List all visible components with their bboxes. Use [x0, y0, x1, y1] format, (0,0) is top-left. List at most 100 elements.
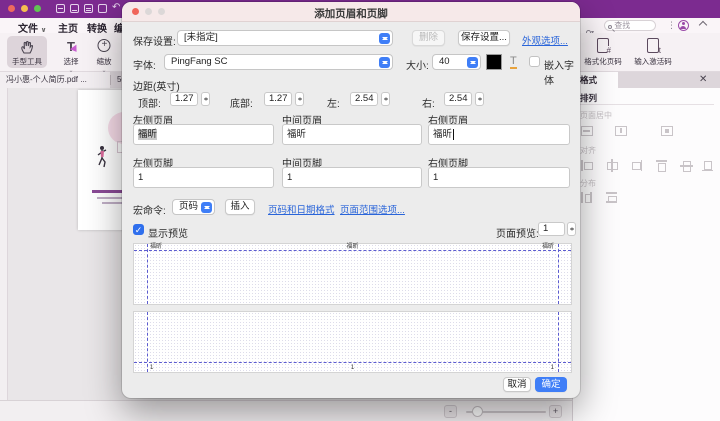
select-stepper-icon [379, 33, 390, 44]
delete-button[interactable]: 删除 [412, 30, 445, 46]
select-stepper-icon [201, 202, 212, 213]
select-text-icon: T [63, 39, 79, 55]
enter-activation-code-button[interactable]: 输入激活码 [630, 36, 676, 68]
align-center-horizontal-icon[interactable] [605, 159, 618, 172]
page-center-horizontal-icon[interactable] [614, 124, 627, 137]
close-window-button[interactable] [8, 5, 15, 12]
undo-icon[interactable]: ↶ [112, 2, 120, 14]
macro-select[interactable]: 页码 [172, 199, 215, 215]
size-select[interactable]: 40 [432, 54, 481, 70]
header-center-field[interactable]: 福昕 [282, 124, 422, 145]
new-document-icon[interactable] [98, 4, 107, 13]
header-right-field[interactable]: 福昕 [428, 124, 570, 145]
zoom-slider-knob[interactable] [472, 406, 483, 417]
minimize-window-button[interactable] [21, 5, 28, 12]
underline-toggle[interactable]: T [510, 55, 517, 69]
document-tab-active[interactable]: 冯小惠-个人简历.pdf ... [0, 72, 110, 88]
close-panel-icon[interactable]: ✕ [699, 74, 707, 85]
hand-tool-button[interactable]: 手型工具 [7, 36, 47, 68]
header-left-field[interactable]: 福昕 [133, 124, 274, 145]
margin-bottom-field[interactable]: 1.27 [264, 92, 292, 106]
margin-right-field[interactable]: 2.54 [444, 92, 472, 106]
align-middle-icon[interactable] [680, 159, 693, 172]
page-range-options-link[interactable]: 页面范围选项... [340, 202, 405, 216]
section-arrange: 排列 [580, 92, 597, 104]
search-input[interactable]: 查找 [604, 20, 656, 31]
save-settings-label: 保存设置: [133, 33, 176, 48]
header-preview-strip: 福昕 福昕 福昕 [133, 243, 572, 305]
margin-left-stepper[interactable] [381, 92, 390, 106]
margin-bottom-label: 底部: [230, 95, 253, 110]
footer-preview-strip: 1 1 1 [133, 311, 572, 373]
print-icon[interactable] [84, 4, 93, 13]
distribute-vertical-icon[interactable] [605, 191, 618, 204]
preview-footer-center: 1 [351, 365, 354, 371]
more-options-icon[interactable]: ⋮ [667, 20, 676, 31]
footer-right-field[interactable]: 1 [428, 167, 570, 188]
bottom-margin-dashed-line [134, 362, 571, 363]
page-preview-stepper[interactable] [567, 222, 576, 236]
cancel-button[interactable]: 取消 [503, 377, 531, 392]
embed-font-checkbox[interactable] [529, 56, 540, 67]
page-number-format-link[interactable]: 页码和日期格式 [268, 202, 335, 216]
group-align-label: 对齐 [580, 145, 596, 156]
margin-top-field[interactable]: 1.27 [170, 92, 198, 106]
margin-left-field[interactable]: 2.54 [350, 92, 378, 106]
show-preview-label: 显示预览 [148, 225, 188, 240]
insert-button[interactable]: 插入 [225, 199, 255, 215]
divider [580, 104, 714, 105]
save-settings-select[interactable]: [未指定] [177, 30, 393, 46]
footer-center-field[interactable]: 1 [282, 167, 422, 188]
select-stepper-icon [467, 57, 478, 68]
top-margin-dashed-line [134, 250, 571, 251]
zoom-in-button[interactable]: + [549, 405, 562, 418]
search-icon [608, 25, 612, 29]
appearance-options-link[interactable]: 外观选项... [522, 33, 568, 47]
font-color-swatch[interactable] [486, 54, 502, 70]
align-right-icon[interactable] [630, 159, 643, 172]
show-preview-checkbox[interactable]: ✓ [133, 224, 144, 235]
dialog-titlebar: 添加页眉和页脚 [122, 2, 580, 22]
ok-button[interactable]: 确定 [535, 377, 567, 392]
text-cursor [453, 129, 454, 140]
group-page-center-label: 页面居中 [580, 110, 612, 121]
margin-right-label: 右: [422, 95, 435, 110]
page-center-both-icon[interactable] [660, 124, 673, 137]
footer-left-field[interactable]: 1 [133, 167, 274, 188]
preview-footer-right: 1 [551, 365, 554, 371]
preview-footer-left: 1 [150, 365, 153, 371]
format-panel: 排列 页面居中 对齐 分布 [572, 88, 720, 421]
collapse-toolbar-icon[interactable] [699, 21, 707, 29]
group-distribute-label: 分布 [580, 178, 596, 189]
distribute-horizontal-icon[interactable] [580, 191, 593, 204]
font-select[interactable]: PingFang SC [164, 54, 393, 70]
page-preview-field[interactable]: 1 [538, 222, 565, 236]
hand-icon [19, 39, 35, 55]
right-margin-dashed-line [558, 312, 559, 372]
open-icon[interactable] [70, 4, 79, 13]
save-icon[interactable] [56, 4, 65, 13]
align-left-icon[interactable] [580, 159, 593, 172]
user-avatar[interactable] [678, 20, 689, 31]
zoom-window-button[interactable] [34, 5, 41, 12]
embed-font-label: 嵌入字体 [544, 57, 580, 87]
select-stepper-icon [379, 57, 390, 68]
margin-left-label: 左: [327, 95, 340, 110]
right-margin-dashed-line [558, 244, 559, 304]
align-bottom-icon[interactable] [701, 159, 714, 172]
format-page-number-button[interactable]: 格式化页码 [580, 36, 626, 68]
align-top-icon[interactable] [655, 159, 668, 172]
margin-right-stepper[interactable] [475, 92, 484, 106]
margin-bottom-stepper[interactable] [295, 92, 304, 106]
left-margin-dashed-line [147, 312, 148, 372]
zoom-out-button[interactable]: - [444, 405, 457, 418]
save-settings-button[interactable]: 保存设置... [458, 30, 510, 46]
margin-top-stepper[interactable] [201, 92, 210, 106]
page-center-vertical-icon[interactable] [580, 124, 593, 137]
statusbar: - + [0, 400, 572, 421]
add-header-footer-dialog: 添加页眉和页脚 保存设置: [未指定] 删除 保存设置... 外观选项... 字… [122, 2, 580, 398]
left-panel-strip [0, 88, 8, 400]
zoom-icon [98, 39, 111, 52]
margins-title: 边距(英寸) [133, 78, 180, 93]
margin-top-label: 顶部: [138, 95, 161, 110]
